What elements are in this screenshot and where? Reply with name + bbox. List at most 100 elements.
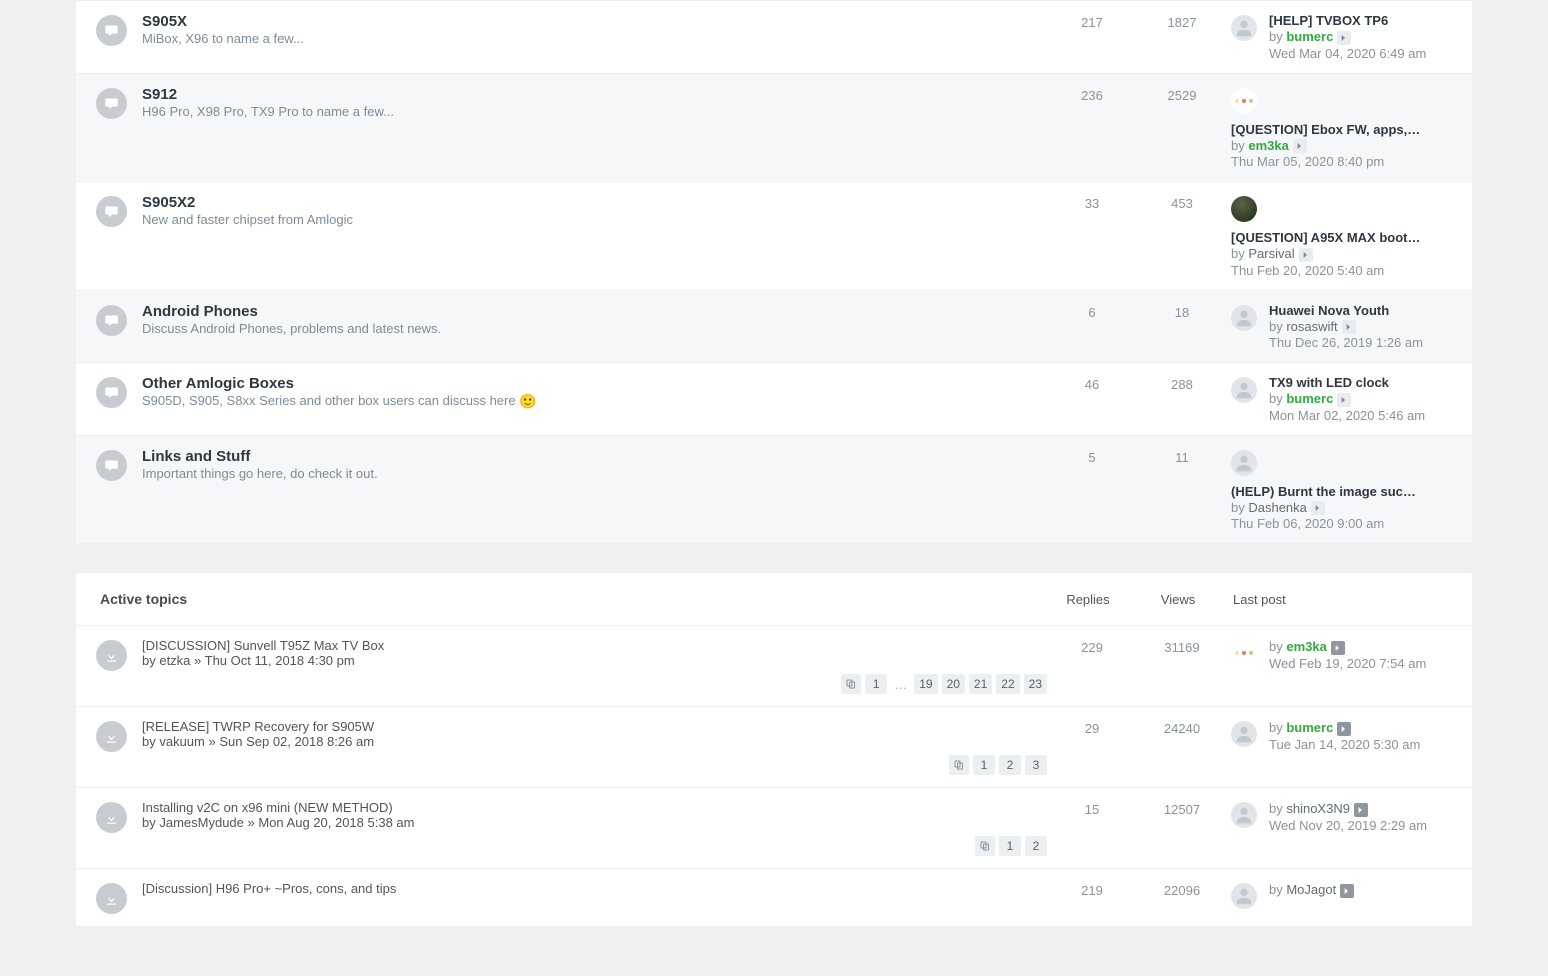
forum-row: S905X2New and faster chipset from Amlogi… (76, 181, 1472, 290)
page-button[interactable]: 1 (973, 755, 995, 775)
topic-title[interactable]: Installing v2C on x96 mini (NEW METHOD) (142, 800, 393, 815)
last-post-user[interactable]: MoJagot (1286, 882, 1336, 897)
goto-post-icon[interactable] (1337, 393, 1351, 407)
topic-meta: by vakuum » Sun Sep 02, 2018 8:26 am (142, 734, 1047, 749)
avatar-photo[interactable] (1231, 196, 1257, 222)
forum-row: Android PhonesDiscuss Android Phones, pr… (76, 290, 1472, 363)
goto-post-icon[interactable] (1331, 641, 1345, 655)
last-post-by: by Dashenka (1231, 500, 1452, 516)
page-button[interactable]: 22 (996, 674, 1019, 694)
page-button[interactable]: 23 (1024, 674, 1047, 694)
forum-bubble-icon (96, 88, 127, 119)
last-post-by: by bumerc (1269, 391, 1452, 407)
forum-posts-count: 11 (1137, 448, 1227, 465)
topic-row: [RELEASE] TWRP Recovery for S905Wby vaku… (76, 706, 1472, 787)
avatar-default[interactable] (1231, 305, 1257, 331)
page-button[interactable]: 3 (1025, 755, 1047, 775)
topic-author[interactable]: JamesMydude (159, 815, 244, 830)
forum-row: Other Amlogic BoxesS905D, S905, S8xx Ser… (76, 362, 1472, 435)
last-post-by: by bumerc (1269, 720, 1452, 736)
forum-posts-count: 288 (1137, 375, 1227, 392)
forum-topics-count: 5 (1047, 448, 1137, 465)
topic-replies: 229 (1047, 638, 1137, 655)
last-post-title[interactable]: TX9 with LED clock (1269, 375, 1452, 390)
topic-title[interactable]: [DISCUSSION] Sunvell T95Z Max TV Box (142, 638, 384, 653)
last-post-user[interactable]: Parsival (1248, 246, 1294, 261)
page-button[interactable]: 20 (942, 674, 965, 694)
last-post-by: by Parsival (1231, 246, 1452, 262)
avatar-default[interactable] (1231, 802, 1257, 828)
topic-title[interactable]: [RELEASE] TWRP Recovery for S905W (142, 719, 374, 734)
topic-author[interactable]: etzka (159, 653, 190, 668)
page-button[interactable]: 1 (999, 836, 1021, 856)
page-button[interactable]: 2 (999, 755, 1021, 775)
goto-post-icon[interactable] (1354, 803, 1368, 817)
last-post-by: by shinoX3N9 (1269, 801, 1452, 817)
goto-post-icon[interactable] (1340, 884, 1354, 898)
avatar-default[interactable] (1231, 450, 1257, 476)
avatar-default[interactable] (1231, 883, 1257, 909)
last-post-user[interactable]: bumerc (1286, 29, 1333, 44)
topic-meta: by JamesMydude » Mon Aug 20, 2018 5:38 a… (142, 815, 1047, 830)
forum-title[interactable]: Android Phones (142, 303, 258, 320)
topic-download-icon (96, 802, 127, 833)
forum-bubble-icon (96, 196, 127, 227)
topic-row: [Discussion] H96 Pro+ ~Pros, cons, and t… (76, 868, 1472, 926)
forum-title[interactable]: S905X2 (142, 194, 195, 211)
forum-title[interactable]: Links and Stuff (142, 448, 250, 465)
last-post-title[interactable]: [QUESTION] A95X MAX boot error (1231, 230, 1421, 245)
topic-views: 12507 (1137, 800, 1227, 817)
page-button[interactable]: 2 (1025, 836, 1047, 856)
forums-panel: S905XMiBox, X96 to name a few...2171827[… (76, 0, 1472, 543)
forum-title[interactable]: Other Amlogic Boxes (142, 375, 294, 392)
page-button[interactable]: 21 (969, 674, 992, 694)
last-post-by: by bumerc (1269, 29, 1452, 45)
last-post-title[interactable]: Huawei Nova Youth (1269, 303, 1452, 318)
forum-bubble-icon (96, 15, 127, 46)
topic-row: Installing v2C on x96 mini (NEW METHOD)b… (76, 787, 1472, 868)
topic-pagination: 1 … 1920212223 (841, 674, 1047, 694)
goto-post-icon[interactable] (1337, 31, 1351, 45)
topic-author[interactable]: vakuum (159, 734, 205, 749)
goto-post-icon[interactable] (1337, 722, 1351, 736)
topic-pagination: 123 (949, 755, 1047, 775)
pagination-icon (841, 674, 861, 694)
last-post-user[interactable]: bumerc (1286, 720, 1333, 735)
last-post-date: Tue Jan 14, 2020 5:30 am (1269, 737, 1452, 752)
last-post-title[interactable]: [HELP] TVBOX TP6 (1269, 13, 1452, 28)
page-button[interactable]: 1 (865, 674, 887, 694)
topic-views: 22096 (1137, 881, 1227, 898)
last-post-user[interactable]: rosaswift (1286, 319, 1337, 334)
forum-posts-count: 2529 (1137, 86, 1227, 103)
last-post-user[interactable]: Dashenka (1248, 500, 1307, 515)
topic-download-icon (96, 721, 127, 752)
avatar-default[interactable] (1231, 721, 1257, 747)
page-button[interactable]: 19 (914, 674, 937, 694)
pagination-icon (975, 836, 995, 856)
topic-title[interactable]: [Discussion] H96 Pro+ ~Pros, cons, and t… (142, 881, 396, 896)
last-post-user[interactable]: em3ka (1286, 639, 1326, 654)
last-post-user[interactable]: shinoX3N9 (1286, 801, 1350, 816)
forum-topics-count: 217 (1047, 13, 1137, 30)
last-post-title[interactable]: (HELP) Burnt the image succes… (1231, 484, 1421, 499)
forum-title[interactable]: S905X (142, 13, 187, 30)
forum-topics-count: 236 (1047, 86, 1137, 103)
last-post-user[interactable]: em3ka (1248, 138, 1288, 153)
last-post-by: by rosaswift (1269, 319, 1452, 335)
goto-post-icon[interactable] (1342, 320, 1356, 334)
goto-post-icon[interactable] (1299, 248, 1313, 262)
avatar-loading (1231, 88, 1257, 114)
forum-posts-count: 1827 (1137, 13, 1227, 30)
last-post-user[interactable]: bumerc (1286, 391, 1333, 406)
goto-post-icon[interactable] (1311, 501, 1325, 515)
topics-header: Active topicsRepliesViewsLast post (76, 573, 1472, 625)
avatar-default[interactable] (1231, 377, 1257, 403)
forum-title[interactable]: S912 (142, 86, 177, 103)
pagination-ellipsis: … (891, 677, 910, 692)
goto-post-icon[interactable] (1293, 139, 1307, 153)
topic-download-icon (96, 640, 127, 671)
last-post-title[interactable]: [QUESTION] Ebox FW, apps, smb? (1231, 122, 1421, 137)
column-replies: Replies (1043, 592, 1133, 607)
avatar-default[interactable] (1231, 15, 1257, 41)
forum-posts-count: 18 (1137, 303, 1227, 320)
